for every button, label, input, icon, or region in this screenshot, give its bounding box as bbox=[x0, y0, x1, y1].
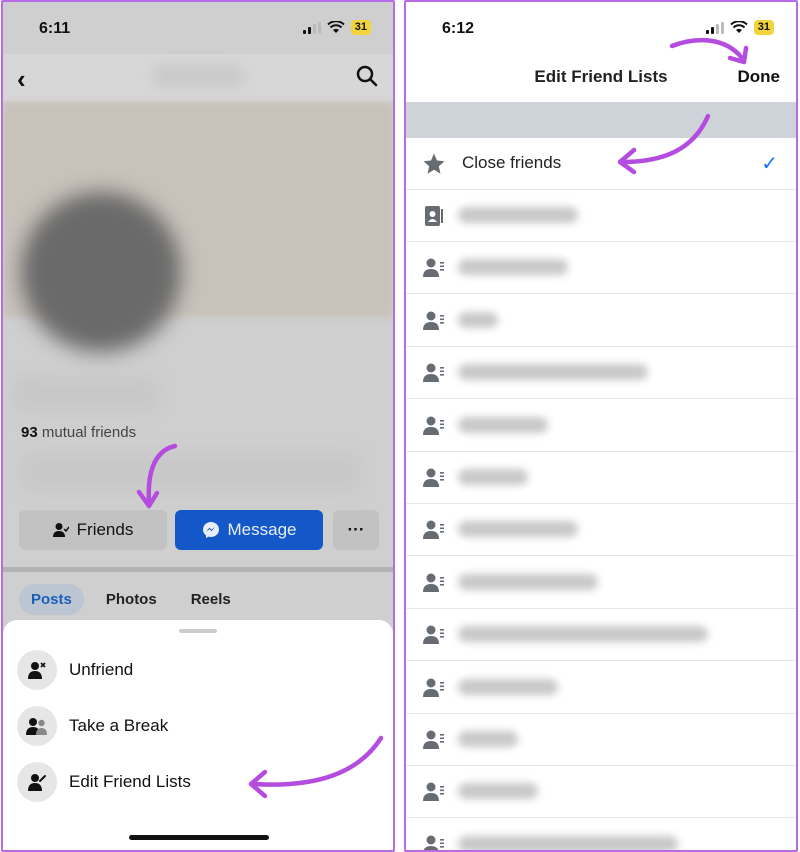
wifi-icon bbox=[327, 21, 345, 33]
blurred-list-name bbox=[458, 259, 568, 276]
blurred-list-name bbox=[458, 207, 578, 223]
person-list-icon bbox=[423, 311, 444, 330]
blurred-list-name bbox=[458, 678, 558, 695]
tab-reels[interactable]: Reels bbox=[179, 584, 243, 615]
unfriend-label: Unfriend bbox=[69, 660, 134, 679]
person-list-icon bbox=[423, 363, 444, 383]
list-item-close-friends[interactable]: Close friends ✓ bbox=[406, 138, 796, 190]
person-list-icon bbox=[423, 468, 444, 487]
checkmark-icon: ✓ bbox=[761, 153, 778, 175]
list-item[interactable] bbox=[406, 400, 796, 452]
person-list-icon bbox=[423, 730, 444, 749]
list-item[interactable] bbox=[406, 662, 796, 714]
blurred-list-name bbox=[458, 416, 548, 433]
list-item[interactable] bbox=[406, 242, 796, 295]
friend-options-sheet: Unfriend Take a Break Edit Friend Lists bbox=[3, 620, 393, 850]
close-friends-label: Close friends bbox=[462, 153, 562, 172]
friends-label: Friends bbox=[76, 520, 134, 539]
blurred-list-name bbox=[458, 783, 538, 800]
more-options-button[interactable]: ··· bbox=[333, 510, 379, 550]
person-list-icon bbox=[423, 573, 444, 592]
search-icon[interactable] bbox=[355, 64, 379, 88]
list-item[interactable] bbox=[406, 766, 796, 819]
right-screen: 6:12 31 Edit Friend Lists Done Close fri… bbox=[404, 0, 798, 852]
person-list-icon bbox=[423, 520, 444, 540]
star-icon bbox=[423, 153, 445, 174]
blurred-list-name bbox=[458, 521, 578, 538]
blurred-list-name bbox=[458, 573, 598, 590]
status-time: 6:12 bbox=[442, 20, 475, 37]
list-item[interactable] bbox=[406, 190, 796, 242]
home-indicator bbox=[129, 835, 269, 840]
blurred-name bbox=[153, 66, 243, 86]
mutual-friends[interactable]: 93 mutual friends bbox=[21, 424, 136, 441]
list-item[interactable] bbox=[406, 819, 796, 850]
list-item[interactable] bbox=[406, 609, 796, 662]
wifi-icon bbox=[730, 21, 748, 33]
edit-friend-lists-item[interactable]: Edit Friend Lists bbox=[17, 762, 191, 802]
blurred-list-name bbox=[458, 626, 708, 643]
messenger-icon bbox=[202, 522, 219, 538]
list-item[interactable] bbox=[406, 714, 796, 766]
tab-photos[interactable]: Photos bbox=[94, 584, 169, 615]
person-list-icon bbox=[423, 416, 444, 435]
person-list-icon bbox=[423, 782, 444, 802]
blurred-list-name bbox=[458, 469, 528, 485]
person-list-icon bbox=[423, 835, 444, 850]
message-button[interactable]: Message bbox=[175, 510, 323, 550]
battery-indicator: 31 bbox=[350, 20, 371, 35]
tab-posts[interactable]: Posts bbox=[19, 584, 84, 615]
friends-button[interactable]: Friends bbox=[19, 510, 167, 550]
edit-friend-lists-icon bbox=[17, 762, 57, 802]
friends-check-icon bbox=[52, 523, 69, 537]
status-bar: 6:11 31 bbox=[3, 2, 393, 54]
list-item[interactable] bbox=[406, 452, 796, 504]
person-list-icon bbox=[423, 258, 444, 278]
blurred-profile-name bbox=[13, 376, 159, 412]
status-time: 6:11 bbox=[39, 20, 71, 37]
done-button[interactable]: Done bbox=[738, 67, 781, 87]
person-list-icon bbox=[423, 625, 444, 645]
list-item[interactable] bbox=[406, 347, 796, 400]
blurred-list-name bbox=[458, 731, 518, 747]
profile-avatar bbox=[21, 192, 181, 352]
take-a-break-icon bbox=[17, 706, 57, 746]
list-item[interactable] bbox=[406, 557, 796, 609]
battery-indicator: 31 bbox=[753, 20, 774, 35]
mutual-count: 93 bbox=[21, 424, 38, 441]
back-icon[interactable]: ‹ bbox=[17, 64, 26, 95]
profile-tabs: Posts Photos Reels bbox=[19, 584, 243, 615]
mutual-text: mutual friends bbox=[41, 424, 137, 441]
contact-card-icon bbox=[425, 206, 443, 226]
sheet-handle[interactable] bbox=[179, 629, 217, 633]
more-options-label: ··· bbox=[347, 520, 365, 539]
blurred-list-name bbox=[458, 364, 648, 381]
status-bar: 6:12 31 bbox=[406, 2, 796, 54]
profile-top-bar: ‹ bbox=[3, 54, 393, 102]
section-header bbox=[406, 102, 796, 138]
blurred-list-name bbox=[458, 311, 498, 328]
blurred-details bbox=[21, 452, 361, 492]
list-item[interactable] bbox=[406, 295, 796, 347]
unfriend-item[interactable]: Unfriend bbox=[17, 650, 133, 690]
edit-friend-lists-label: Edit Friend Lists bbox=[69, 772, 191, 791]
person-list-icon bbox=[423, 678, 444, 697]
message-label: Message bbox=[227, 520, 297, 539]
blurred-list-name bbox=[458, 835, 678, 850]
unfriend-icon bbox=[17, 650, 57, 690]
signal-icon bbox=[302, 21, 321, 34]
take-a-break-label: Take a Break bbox=[69, 716, 169, 735]
left-screen: 6:11 31 ‹ 93 mutual friends Friends Mess… bbox=[1, 0, 395, 852]
signal-icon bbox=[705, 21, 724, 34]
section-divider bbox=[3, 567, 393, 572]
take-a-break-item[interactable]: Take a Break bbox=[17, 706, 168, 746]
list-item[interactable] bbox=[406, 504, 796, 557]
